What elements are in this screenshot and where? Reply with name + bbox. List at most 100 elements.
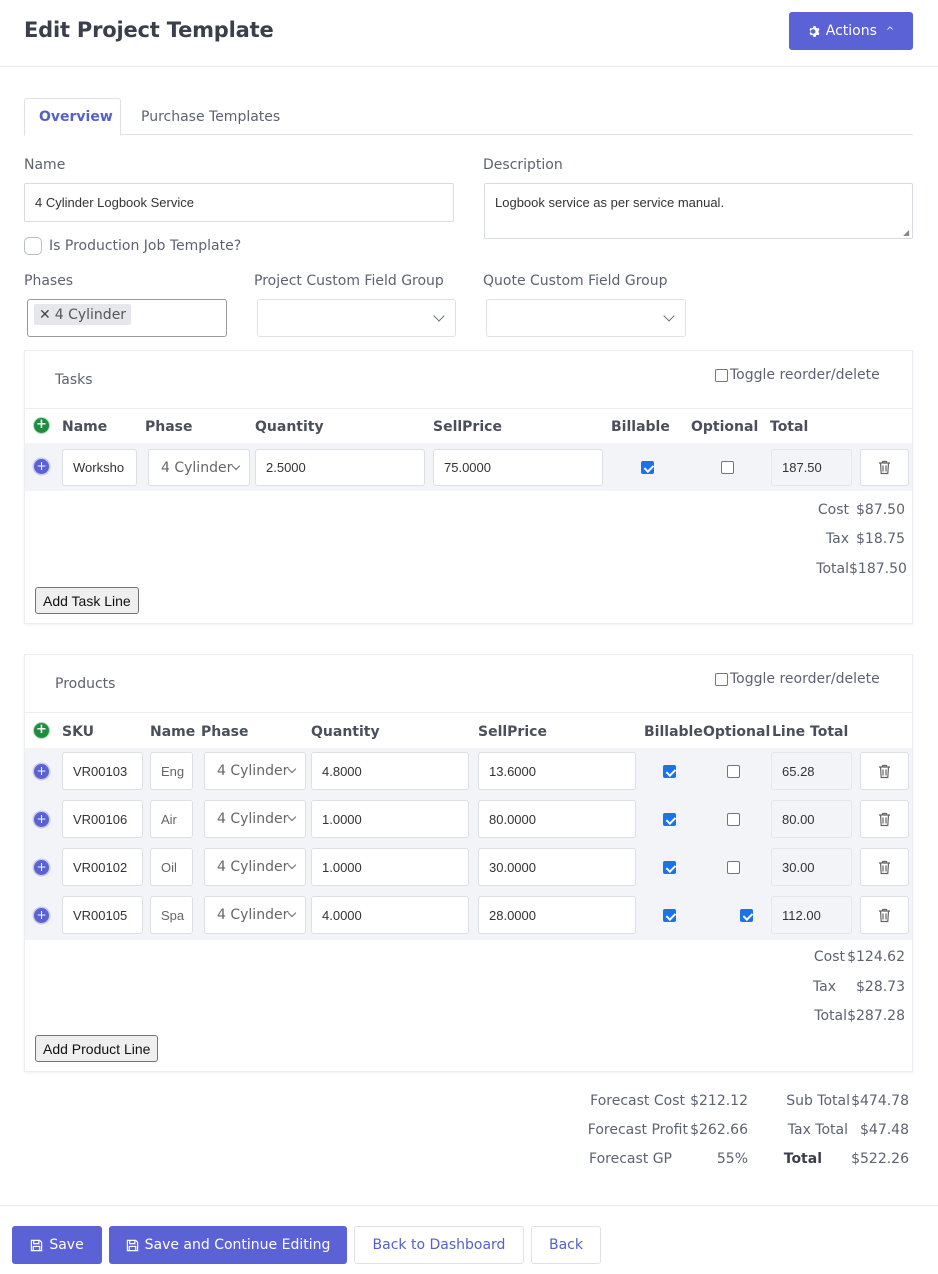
product-name-input[interactable]: Oil <box>150 848 193 886</box>
save-button[interactable]: Save <box>12 1226 102 1264</box>
task-optional-checkbox[interactable] <box>721 461 734 474</box>
product-billable-checkbox[interactable] <box>663 765 676 778</box>
save-label: Save <box>49 1237 84 1253</box>
product-phase-value: 4 Cylinder <box>217 811 289 827</box>
tasks-cost-label: Cost <box>817 502 849 518</box>
save-continue-button[interactable]: Save and Continue Editing <box>109 1226 347 1264</box>
phase-tag: ✕ 4 Cylinder <box>34 304 132 325</box>
name-input[interactable]: 4 Cylinder Logbook Service <box>24 183 454 222</box>
tasks-tax-value: $18.75 <box>856 531 905 547</box>
product-quantity-input[interactable]: 4.0000 <box>311 896 469 934</box>
delete-row-button[interactable] <box>860 752 909 790</box>
tasks-toggle-reorder[interactable]: Toggle reorder/delete <box>715 367 880 383</box>
task-billable-checkbox[interactable] <box>641 461 654 474</box>
product-phase-select[interactable]: 4 Cylinder <box>204 752 306 790</box>
product-phase-select[interactable]: 4 Cylinder <box>204 848 306 886</box>
product-phase-value: 4 Cylinder <box>217 859 289 875</box>
product-optional-checkbox[interactable] <box>727 861 740 874</box>
insert-row-plus-icon[interactable]: + <box>34 860 49 875</box>
th-quantity: Quantity <box>311 724 380 740</box>
product-billable-checkbox[interactable] <box>663 861 676 874</box>
production-checkbox[interactable] <box>24 237 42 255</box>
product-billable-checkbox[interactable] <box>663 813 676 826</box>
product-sku-input[interactable]: VR00103 <box>62 752 143 790</box>
product-line-total-value: 112.00 <box>771 896 852 934</box>
product-phase-select[interactable]: 4 Cylinder <box>204 896 306 934</box>
tab-purchase-templates[interactable]: Purchase Templates <box>127 98 294 135</box>
back-to-dashboard-button[interactable]: Back to Dashboard <box>354 1226 524 1264</box>
table-row: + VR00105 Spa 4 Cylinder 4.0000 28.0000 112.00 <box>25 892 912 940</box>
floppy-disk-icon <box>31 1239 43 1251</box>
forecast-profit-label: Forecast Profit <box>587 1122 688 1138</box>
th-quantity: Quantity <box>255 419 324 435</box>
insert-row-plus-icon[interactable]: + <box>34 812 49 827</box>
floppy-disk-icon <box>126 1239 138 1251</box>
products-toggle-reorder[interactable]: Toggle reorder/delete <box>715 671 880 687</box>
tasks-total-label: Total <box>816 561 849 577</box>
product-optional-checkbox[interactable] <box>740 909 753 922</box>
delete-row-button[interactable] <box>860 800 909 838</box>
trash-icon <box>879 860 890 874</box>
product-sku-input[interactable]: VR00105 <box>62 896 143 934</box>
product-name-input[interactable]: Spa <box>150 896 193 934</box>
product-optional-checkbox[interactable] <box>727 813 740 826</box>
product-sku-input[interactable]: VR00106 <box>62 800 143 838</box>
tasks-title: Tasks <box>55 372 93 388</box>
task-phase-select[interactable]: 4 Cylinder <box>148 449 250 486</box>
toggle-label: Toggle reorder/delete <box>730 671 880 687</box>
remove-tag-icon[interactable]: ✕ <box>39 307 51 323</box>
th-total: Total <box>770 419 809 435</box>
delete-row-button[interactable] <box>860 848 909 886</box>
product-optional-checkbox[interactable] <box>727 765 740 778</box>
resize-handle-icon[interactable]: ◢ <box>903 229 911 237</box>
task-name-input[interactable]: Worksho <box>62 449 137 486</box>
product-phase-select[interactable]: 4 Cylinder <box>204 800 306 838</box>
add-task-line-button[interactable]: Add Task Line <box>35 587 139 614</box>
th-sku: SKU <box>62 724 95 740</box>
insert-row-plus-icon[interactable]: + <box>34 764 49 779</box>
sub-total-value: $474.78 <box>851 1093 909 1109</box>
toggle-checkbox[interactable] <box>715 368 728 382</box>
product-name-input[interactable]: Air <box>150 800 193 838</box>
product-quantity-input[interactable]: 1.0000 <box>311 800 469 838</box>
product-sellprice-input[interactable]: 28.0000 <box>478 896 636 934</box>
table-row: + Worksho 4 Cylinder 2.5000 75.0000 187.… <box>25 443 912 491</box>
back-button[interactable]: Back <box>531 1226 601 1264</box>
task-quantity-input[interactable]: 2.5000 <box>255 449 425 486</box>
th-name: Name <box>150 724 196 740</box>
description-textarea[interactable]: Logbook service as per service manual. ◢ <box>484 183 913 239</box>
product-sellprice-input[interactable]: 13.6000 <box>478 752 636 790</box>
product-sellprice-input[interactable]: 30.0000 <box>478 848 636 886</box>
product-sellprice-input[interactable]: 80.0000 <box>478 800 636 838</box>
product-quantity-input[interactable]: 4.8000 <box>311 752 469 790</box>
product-sku-input[interactable]: VR00102 <box>62 848 143 886</box>
delete-row-button[interactable] <box>860 449 909 486</box>
products-title: Products <box>55 676 116 692</box>
th-phase: Phase <box>201 724 249 740</box>
grand-total-label: Total <box>783 1151 822 1167</box>
product-quantity-input[interactable]: 1.0000 <box>311 848 469 886</box>
product-name-input[interactable]: Eng <box>150 752 193 790</box>
products-cost-value: $124.62 <box>847 949 905 965</box>
tasks-cost-value: $87.50 <box>856 502 905 518</box>
products-panel: Products Toggle reorder/delete + SKU Nam… <box>24 654 913 1072</box>
add-task-plus-icon[interactable]: + <box>34 418 49 433</box>
tab-overview[interactable]: Overview <box>24 98 121 136</box>
actions-button[interactable]: Actions ^ <box>789 12 913 50</box>
insert-row-plus-icon[interactable]: + <box>34 908 49 923</box>
add-product-plus-icon[interactable]: + <box>34 723 49 738</box>
task-sellprice-input[interactable]: 75.0000 <box>433 449 603 486</box>
add-product-line-button[interactable]: Add Product Line <box>35 1035 159 1062</box>
delete-row-button[interactable] <box>860 896 909 934</box>
toggle-checkbox[interactable] <box>715 672 728 686</box>
insert-row-plus-icon[interactable]: + <box>34 459 49 474</box>
project-cfg-select[interactable] <box>257 299 456 337</box>
phases-multiselect[interactable]: ✕ 4 Cylinder <box>27 299 227 337</box>
product-billable-checkbox[interactable] <box>663 909 676 922</box>
th-billable: Billable <box>644 724 703 740</box>
trash-icon <box>879 908 890 922</box>
quote-cfg-select[interactable] <box>486 299 686 337</box>
table-row: + VR00102 Oil 4 Cylinder 1.0000 30.0000 30.00 <box>25 844 912 892</box>
products-cost-label: Cost <box>813 949 845 965</box>
th-sellprice: SellPrice <box>478 724 547 740</box>
